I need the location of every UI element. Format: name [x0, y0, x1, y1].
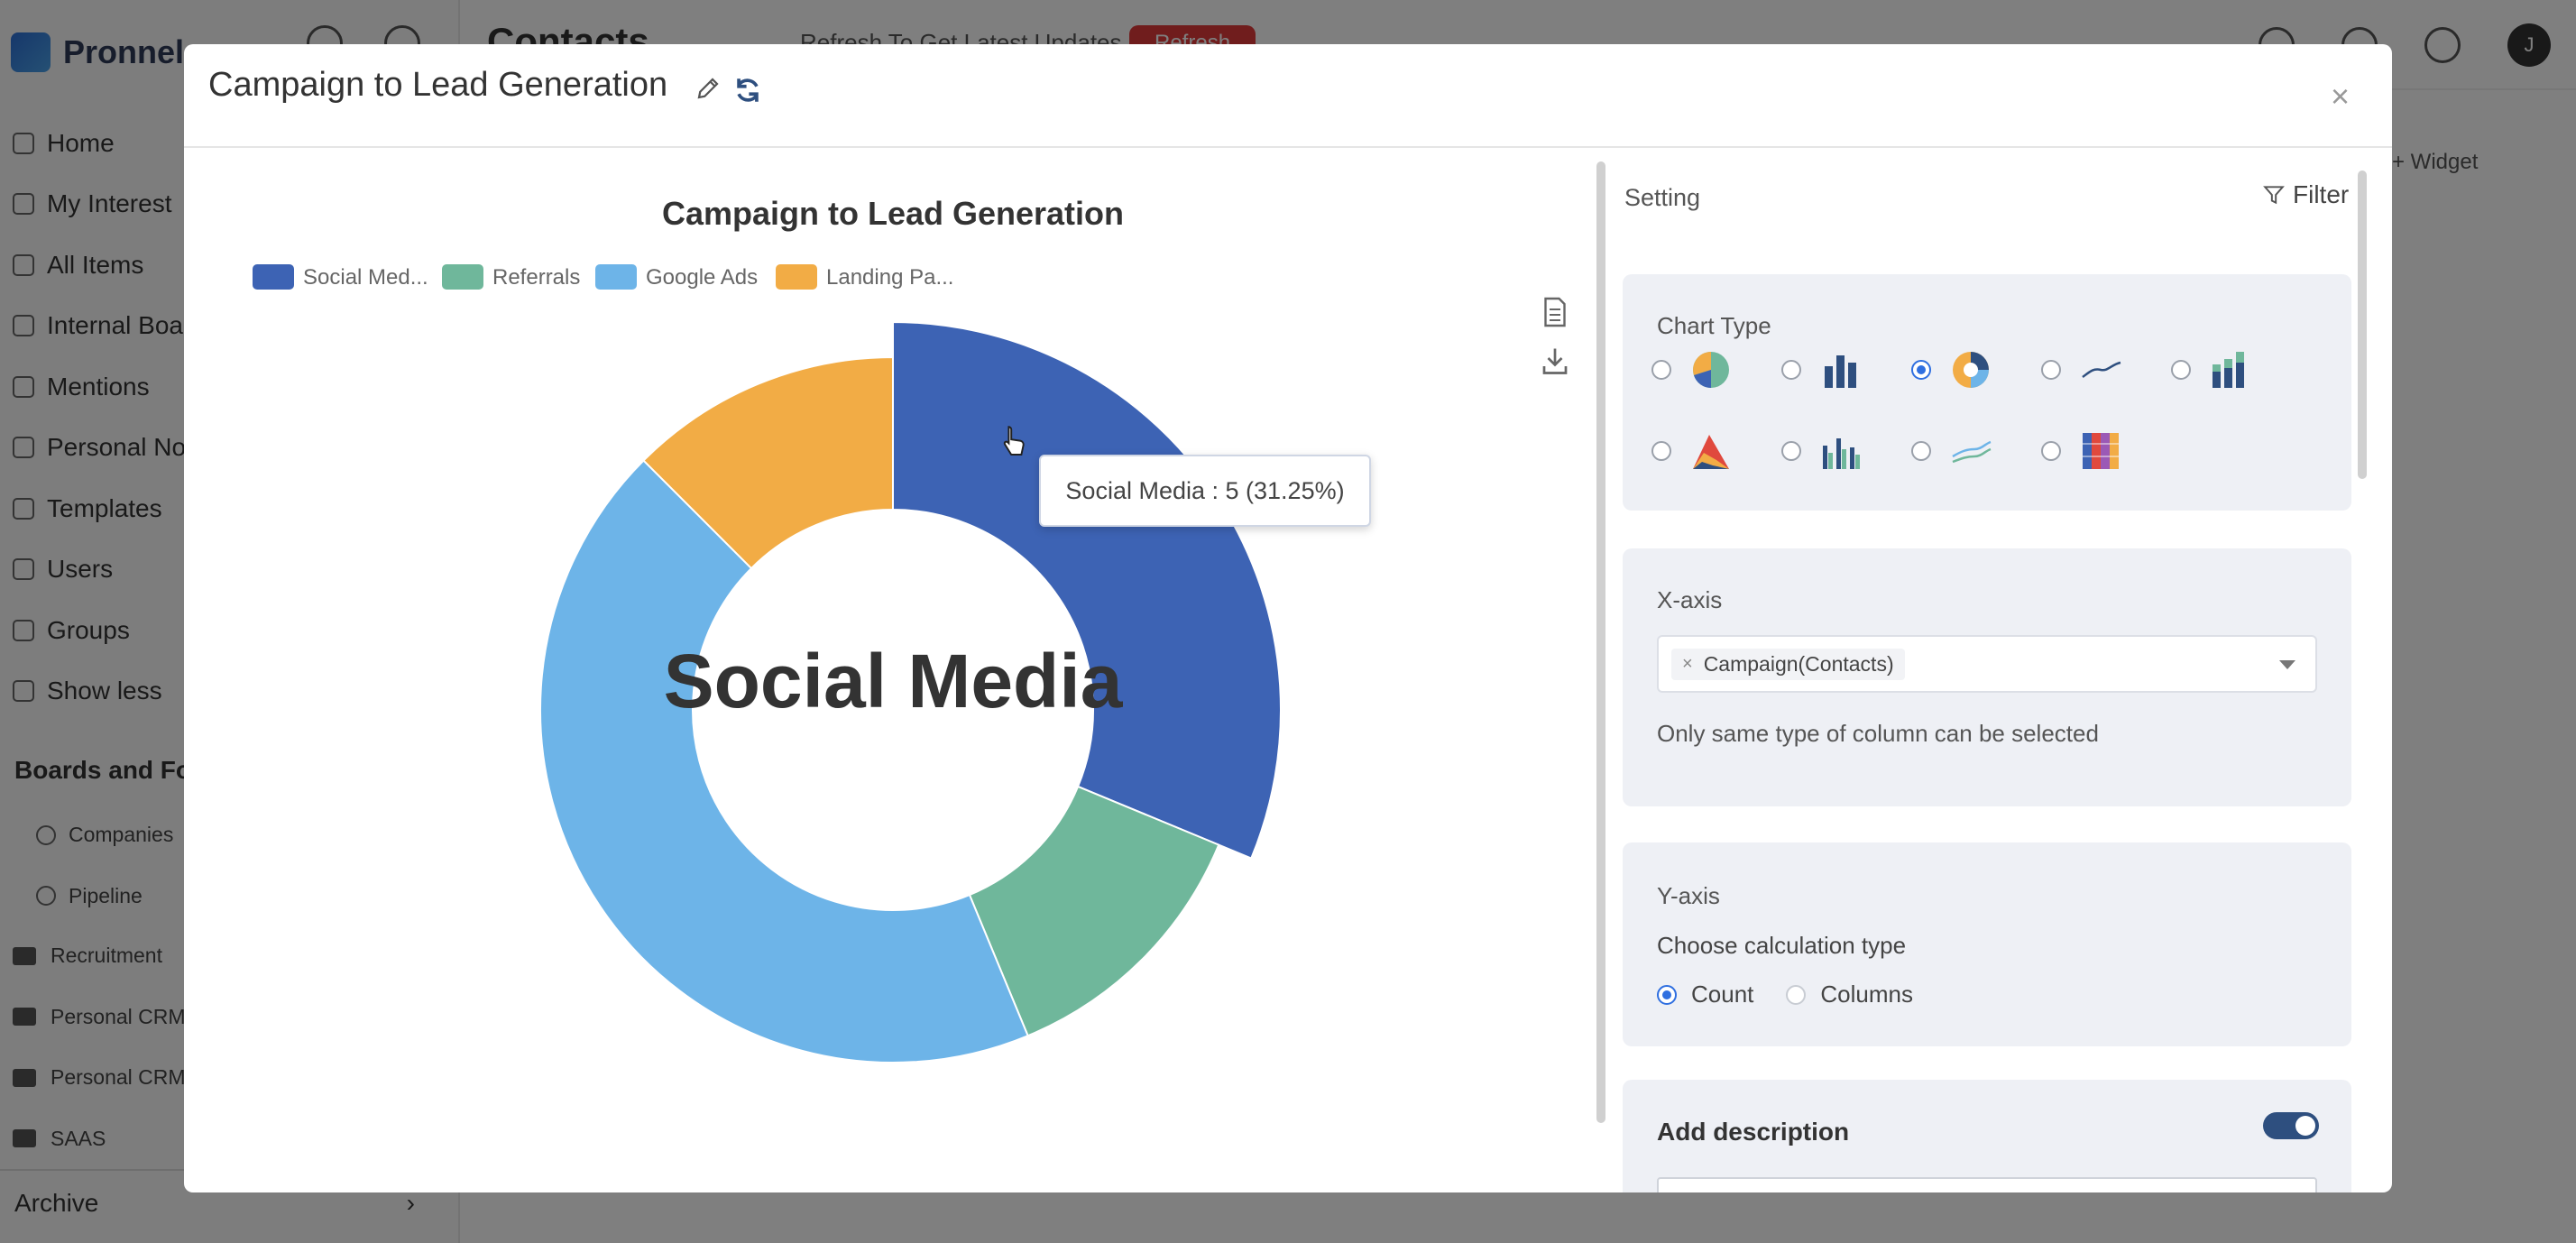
area-chart-icon [1693, 435, 1729, 469]
radio-button[interactable] [2041, 360, 2061, 380]
x-axis-select[interactable]: × Campaign(Contacts) [1657, 635, 2317, 693]
chevron-down-icon [2279, 660, 2295, 669]
chart-type-pie[interactable] [1651, 348, 1733, 391]
settings-panel: Setting Filter Chart Type X-axis × Campa… [1623, 148, 2371, 1192]
legend-label[interactable]: Google Ads [646, 265, 758, 290]
legend-swatch[interactable] [442, 264, 483, 290]
legend-label[interactable]: Referrals [492, 265, 580, 290]
chart-tooltip: Social Media : 5 (31.25%) [1039, 455, 1371, 527]
legend-swatch[interactable] [253, 264, 294, 290]
description-card: Add description [1623, 1080, 2351, 1192]
calculation-type-options: Count Columns [1657, 981, 1913, 1008]
bar-chart-icon [1825, 355, 1856, 388]
calc-option-count[interactable]: Count [1657, 981, 1753, 1008]
radio-button-selected[interactable] [1911, 360, 1931, 380]
chart-type-heatmap[interactable] [2041, 429, 2122, 473]
y-axis-card: Y-axis Choose calculation type Count Col… [1623, 842, 2351, 1046]
chart-type-bar[interactable] [1781, 348, 1863, 391]
funnel-icon [2263, 186, 2285, 205]
pencil-edit-icon[interactable] [695, 75, 722, 102]
modal-header: Campaign to Lead Generation × [184, 44, 2392, 148]
legend-swatch[interactable] [776, 264, 817, 290]
data-view-icon[interactable] [1539, 296, 1571, 328]
radio-button-selected[interactable] [1657, 984, 1677, 1005]
donut-chart-icon [1953, 352, 1989, 388]
legend-label[interactable]: Social Med... [303, 265, 428, 290]
download-icon[interactable] [1539, 345, 1571, 377]
radio-button[interactable] [1781, 441, 1801, 461]
filter-button[interactable]: Filter [2262, 180, 2349, 209]
chart-area: Campaign to Lead Generation Social Med..… [184, 148, 1591, 1192]
mouse-pointer-icon [1003, 426, 1025, 456]
radio-button[interactable] [1781, 360, 1801, 380]
chart-type-grouped-bar[interactable] [1781, 429, 1863, 473]
y-axis-title: Y-axis [1657, 882, 1720, 909]
filter-label: Filter [2293, 180, 2350, 208]
x-axis-card: X-axis × Campaign(Contacts) Only same ty… [1623, 548, 2351, 806]
chart-type-title: Chart Type [1657, 312, 1771, 339]
calc-count-label: Count [1691, 981, 1754, 1008]
chart-type-donut[interactable] [1911, 348, 1992, 391]
stacked-bar-chart-icon [2213, 352, 2244, 388]
radio-button[interactable] [2171, 360, 2191, 380]
description-input[interactable] [1657, 1177, 2317, 1192]
chart-type-multi-line[interactable] [1911, 429, 1992, 473]
remove-tag-icon[interactable]: × [1682, 654, 1693, 675]
description-toggle[interactable] [2263, 1112, 2319, 1139]
x-axis-title: X-axis [1657, 586, 1723, 613]
chart-modal: Campaign to Lead Generation × Campaign t… [184, 44, 2392, 1192]
radio-button[interactable] [1786, 984, 1807, 1005]
radio-button[interactable] [2041, 441, 2061, 461]
calc-columns-label: Columns [1820, 981, 1913, 1008]
radio-button[interactable] [1911, 441, 1931, 461]
legend-label[interactable]: Landing Pa... [826, 265, 953, 290]
donut-chart: Campaign to Lead Generation Social Med..… [253, 195, 1282, 1063]
calc-option-columns[interactable]: Columns [1786, 981, 1913, 1008]
pie-chart-icon [1693, 352, 1729, 388]
chart-type-card: Chart Type [1623, 274, 2351, 511]
radio-button[interactable] [1651, 441, 1671, 461]
calculation-type-label: Choose calculation type [1657, 932, 1907, 959]
chart-type-area[interactable] [1651, 429, 1733, 473]
chart-legend: Social Med... Referrals Google Ads Landing … [253, 264, 953, 290]
x-axis-selected-value: Campaign(Contacts) [1703, 651, 1894, 676]
chart-type-line[interactable] [2041, 348, 2122, 391]
settings-label: Setting [1624, 184, 1701, 211]
donut-slice-google-ads[interactable] [539, 459, 1029, 1063]
x-axis-hint: Only same type of column can be selected [1657, 720, 2099, 747]
radio-button[interactable] [1651, 360, 1671, 380]
description-title: Add description [1657, 1118, 1850, 1146]
refresh-icon[interactable] [732, 75, 763, 106]
modal-title: Campaign to Lead Generation [208, 66, 668, 104]
multi-line-chart-icon [1952, 440, 1992, 464]
donut-center-label: Social Media [664, 639, 1124, 723]
heatmap-chart-icon [2083, 433, 2119, 469]
grouped-bar-chart-icon [1823, 438, 1860, 469]
legend-swatch[interactable] [595, 264, 637, 290]
line-chart-icon [2082, 361, 2121, 378]
close-icon[interactable]: × [2331, 80, 2350, 113]
chart-title: Campaign to Lead Generation [662, 195, 1124, 232]
chart-type-stacked-bar[interactable] [2171, 348, 2252, 391]
x-axis-selected-tag: × Campaign(Contacts) [1671, 648, 1905, 680]
donut-slice-social-media[interactable] [892, 320, 1282, 860]
chart-scrollbar[interactable] [1596, 161, 1605, 1123]
settings-scrollbar[interactable] [2358, 170, 2367, 479]
